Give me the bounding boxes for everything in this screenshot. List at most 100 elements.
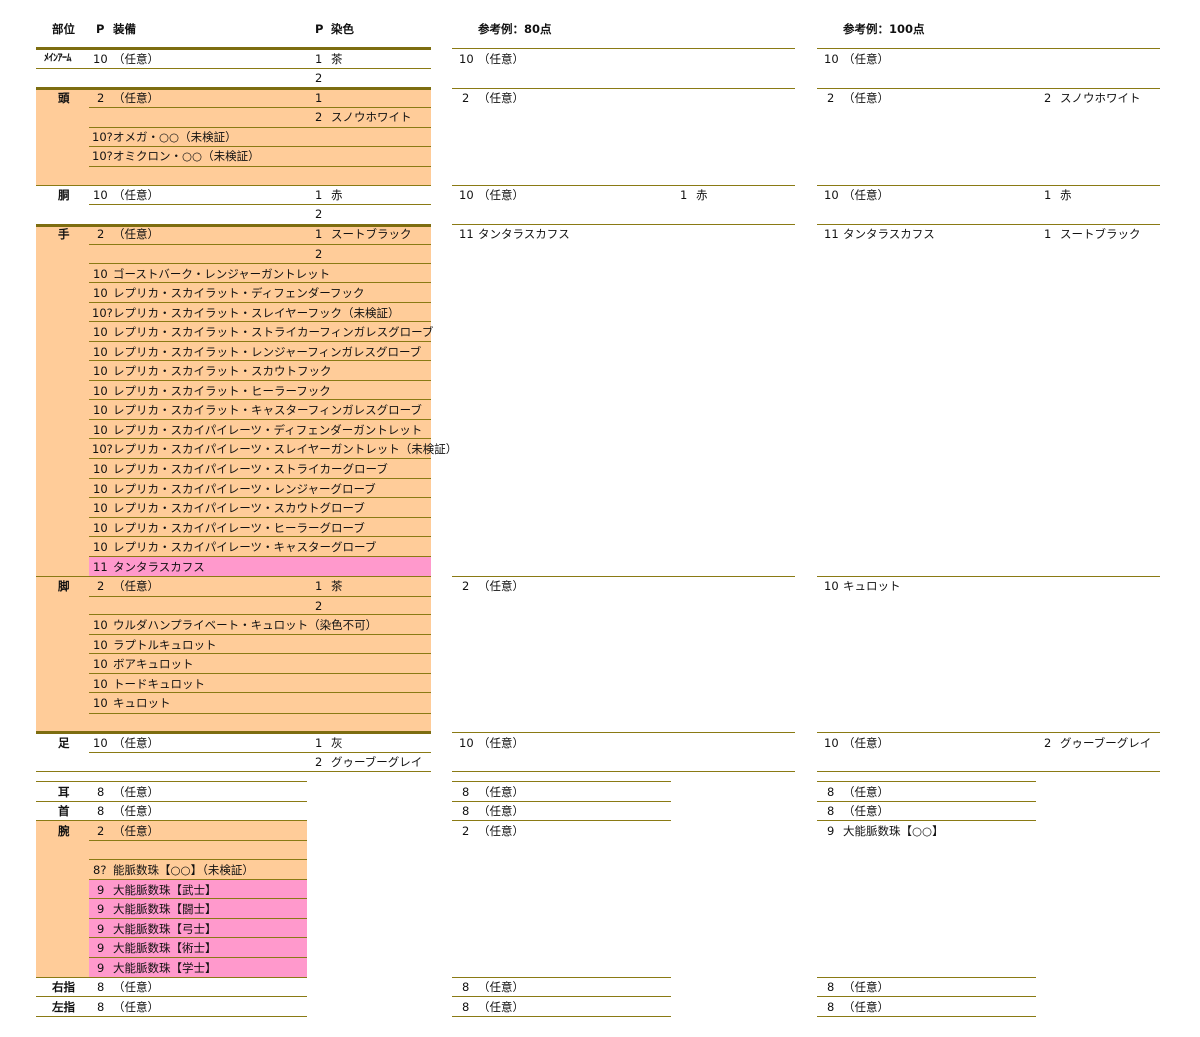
- ex100-rring-p: 8: [827, 980, 835, 994]
- hands-item-p: 10: [93, 286, 108, 301]
- legs-dye1: 茶: [331, 579, 343, 593]
- wrist-item-name: 大能脈数珠【闘士】: [113, 902, 217, 917]
- ex100-mainarm-p: 10: [824, 52, 839, 66]
- wrist-name: （任意）: [113, 824, 159, 838]
- ex80-mainarm-name: （任意）: [478, 52, 524, 66]
- hands-item-p: 10: [93, 481, 108, 496]
- ex80-head-p: 2: [462, 91, 470, 105]
- hands-p: 2: [97, 227, 105, 241]
- ex100-rring-name: （任意）: [843, 980, 889, 994]
- hands-item-p: 10: [93, 266, 108, 281]
- hands-item-name: タンタラスカフス: [113, 559, 205, 574]
- label-feet: 足: [58, 736, 70, 750]
- hands-item-p: 10: [93, 383, 108, 398]
- mainarm-name: （任意）: [113, 52, 159, 66]
- label-mainarm: ﾒｲﾝｱｰﾑ: [44, 53, 72, 64]
- label-wrist: 腕: [58, 824, 70, 838]
- ex100-neck-p: 8: [827, 804, 835, 818]
- legs-item-name: ラプトルキュロット: [113, 637, 217, 652]
- lring-p: 8: [97, 1000, 105, 1014]
- feet-p: 10: [93, 736, 108, 750]
- wrist-item-name: 大能脈数珠【弓士】: [113, 921, 217, 936]
- label-body: 胴: [58, 188, 70, 202]
- legs-item-p: 10: [93, 676, 108, 691]
- rring-p: 8: [97, 980, 105, 994]
- head-dp2: 2: [315, 110, 323, 124]
- hands-item-p: 10: [93, 501, 108, 516]
- ex80-rring-name: （任意）: [478, 980, 524, 994]
- hands-item-name: レプリカ・スカイパイレーツ・レンジャーグローブ: [113, 481, 376, 496]
- legs-p: 2: [97, 579, 105, 593]
- ex100-head-dp: 2: [1044, 91, 1052, 105]
- header-p2: P: [315, 22, 324, 36]
- hands-item-name: レプリカ・スカイパイレーツ・ストライカーグローブ: [113, 462, 388, 476]
- ex100-neck-name: （任意）: [843, 804, 889, 818]
- ex100-ears-name: （任意）: [843, 785, 889, 799]
- head-r4-p: 10?: [92, 149, 113, 163]
- header-dye: 染色: [331, 22, 354, 36]
- ex80-hands-p: 11: [459, 227, 474, 241]
- mainarm-dye1: 茶: [331, 52, 343, 66]
- header-ex100: 参考例：100点: [843, 22, 925, 36]
- hands-item-p: 10: [93, 364, 108, 379]
- body-p: 10: [93, 188, 108, 202]
- head-p: 2: [97, 91, 105, 105]
- wrist-item-name: 大能脈数珠【術士】: [113, 941, 217, 956]
- legs-item-name: トードキュロット: [113, 676, 205, 691]
- ex100-lring-p: 8: [827, 1000, 835, 1014]
- feet-name: （任意）: [113, 736, 159, 750]
- ex100-body-dp: 1: [1044, 188, 1052, 202]
- wrist-item-p: 9: [97, 902, 105, 917]
- ex100-feet-dye: グゥーブーグレイ: [1060, 736, 1152, 750]
- hands-item-name: レプリカ・スカイラット・レンジャーフィンガレスグローブ: [113, 344, 422, 359]
- ex100-hands-dp: 1: [1044, 227, 1052, 241]
- hands-name: （任意）: [113, 227, 159, 241]
- ex80-body-dye: 赤: [696, 188, 708, 202]
- lring-name: （任意）: [113, 1000, 159, 1014]
- ex100-feet-name: （任意）: [843, 736, 889, 750]
- ex80-mainarm-p: 10: [459, 52, 474, 66]
- equipment-sheet: 部位 P 装備 P 染色 参考例：80点 参考例：100点 ﾒｲﾝｱｰﾑ 10 …: [0, 0, 1200, 1037]
- label-legs: 脚: [58, 579, 70, 593]
- ex80-head-name: （任意）: [478, 91, 524, 105]
- neck-p: 8: [97, 804, 105, 818]
- hands-dye1: スートブラック: [331, 227, 412, 241]
- header-p1: P: [96, 22, 105, 36]
- hands-item-p: 10: [93, 403, 108, 418]
- hands-item-name: レプリカ・スカイパイレーツ・スレイヤーガントレット（未検証）: [113, 442, 458, 457]
- legs-dp2: 2: [315, 599, 323, 613]
- ex100-feet-p: 10: [824, 736, 839, 750]
- ex100-wrist-name: 大能脈数珠【○○】: [843, 824, 944, 838]
- ex100-ears-p: 8: [827, 785, 835, 799]
- hands-item-name: レプリカ・スカイラット・ヒーラーフック: [113, 383, 331, 398]
- hands-item-p: 11: [93, 559, 108, 574]
- hands-item-name: レプリカ・スカイラット・キャスターフィンガレスグローブ: [113, 403, 422, 418]
- feet-dye2: グゥーブーグレイ: [331, 755, 423, 769]
- header-ex80: 参考例：80点: [478, 22, 552, 36]
- wrist-item-p: 9: [97, 921, 105, 936]
- head-r3-name: オメガ・○○（未検証）: [113, 130, 237, 144]
- wrist-item-p: 9: [97, 941, 105, 956]
- ex80-legs-name: （任意）: [478, 579, 524, 593]
- ex80-wrist-name: （任意）: [478, 824, 524, 838]
- ex100-legs-p: 10: [824, 579, 839, 593]
- legs-item-p: 10: [93, 618, 108, 632]
- ears-p: 8: [97, 785, 105, 799]
- ex80-neck-p: 8: [462, 804, 470, 818]
- wrist-item-name: 大能脈数珠【学士】: [113, 960, 217, 975]
- hands-item-p: 10?: [92, 305, 113, 320]
- label-neck: 首: [58, 804, 70, 818]
- label-head: 頭: [58, 91, 70, 105]
- ex80-feet-name: （任意）: [478, 736, 524, 750]
- mainarm-p: 10: [93, 52, 108, 66]
- body-dye1: 赤: [331, 188, 343, 202]
- ex100-head-dye: スノウホワイト: [1060, 91, 1141, 105]
- ex80-lring-name: （任意）: [478, 1000, 524, 1014]
- label-lring: 左指: [52, 1000, 75, 1014]
- hands-item-name: ゴーストバーク・レンジャーガントレット: [113, 266, 331, 281]
- ex100-head-p: 2: [827, 91, 835, 105]
- feet-dp1: 1: [315, 736, 323, 750]
- wrist-item-p: 9: [97, 882, 105, 897]
- hands-item-p: 10: [93, 462, 108, 476]
- hands-item-name: レプリカ・スカイパイレーツ・スカウトグローブ: [113, 501, 365, 516]
